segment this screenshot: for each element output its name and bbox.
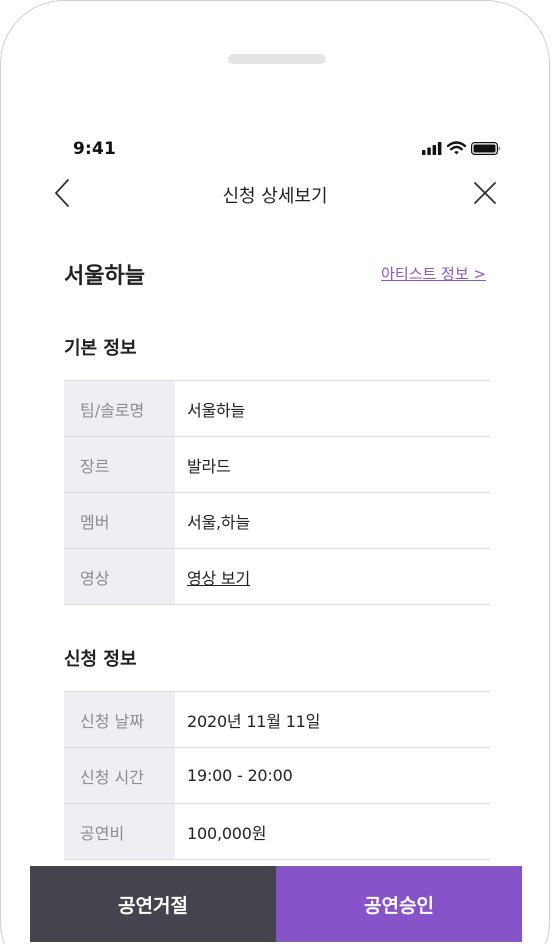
page-title: 신청 상세보기 [222,186,328,207]
row-label: 공연비 [64,804,175,859]
row-label: 신청 시간 [64,748,175,803]
signal-icon [422,141,442,155]
row-value: 서울,하늘 [187,512,250,532]
video-link[interactable]: 영상 보기 [187,565,250,589]
table-row: 팀/솔로명 서울하늘 [64,381,490,437]
artist-info-link[interactable]: 아티스트 정보 > [381,263,486,284]
row-label: 팀/솔로명 [64,381,175,436]
row-label: 신청 날짜 [64,692,175,747]
row-value: 2020년 11월 11일 [187,711,321,731]
table-row: 신청 시간 19:00 - 20:00 [64,748,490,804]
status-bar: 9:41 [73,137,501,161]
application-info-table: 신청 날짜 2020년 11월 11일 신청 시간 19:00 - 20:00 … [64,691,490,860]
status-time: 9:41 [73,139,117,159]
wifi-icon [447,141,466,155]
artist-name: 서울하늘 [64,264,145,289]
basic-info-title: 기본 정보 [64,338,137,359]
reject-performance-button[interactable]: 공연거절 [30,866,276,942]
row-value: 서울하늘 [187,400,246,420]
row-value: 19:00 - 20:00 [187,766,293,785]
application-info-title: 신청 정보 [64,649,137,670]
table-row: 신청 날짜 2020년 11월 11일 [64,692,490,748]
phone-frame: 9:41 신청 상세보기 서울하늘 아티스트 정보 > 기본 정보 팀/솔로명 … [0,0,550,944]
row-value: 100,000원 [187,823,267,843]
battery-icon [471,141,500,155]
artist-row: 서울하늘 아티스트 정보 > [64,258,486,290]
app-header: 신청 상세보기 [1,173,549,213]
table-row: 장르 발라드 [64,437,490,493]
phone-speaker [228,54,326,64]
close-icon [474,182,496,204]
table-row: 공연비 100,000원 [64,804,490,860]
row-value: 발라드 [187,456,231,476]
approve-performance-button[interactable]: 공연승인 [276,866,522,942]
row-label: 영상 [64,549,175,604]
row-value-cell: 영상 보기 [175,549,490,604]
action-bar: 공연거절 공연승인 [30,866,522,942]
row-label: 멤버 [64,493,175,548]
row-label: 장르 [64,437,175,492]
close-button[interactable] [471,179,499,207]
basic-info-table: 팀/솔로명 서울하늘 장르 발라드 멤버 서울,하늘 영상 영상 보기 [64,380,490,605]
table-row: 멤버 서울,하늘 [64,493,490,549]
table-row: 영상 영상 보기 [64,549,490,605]
status-icons [422,141,501,155]
